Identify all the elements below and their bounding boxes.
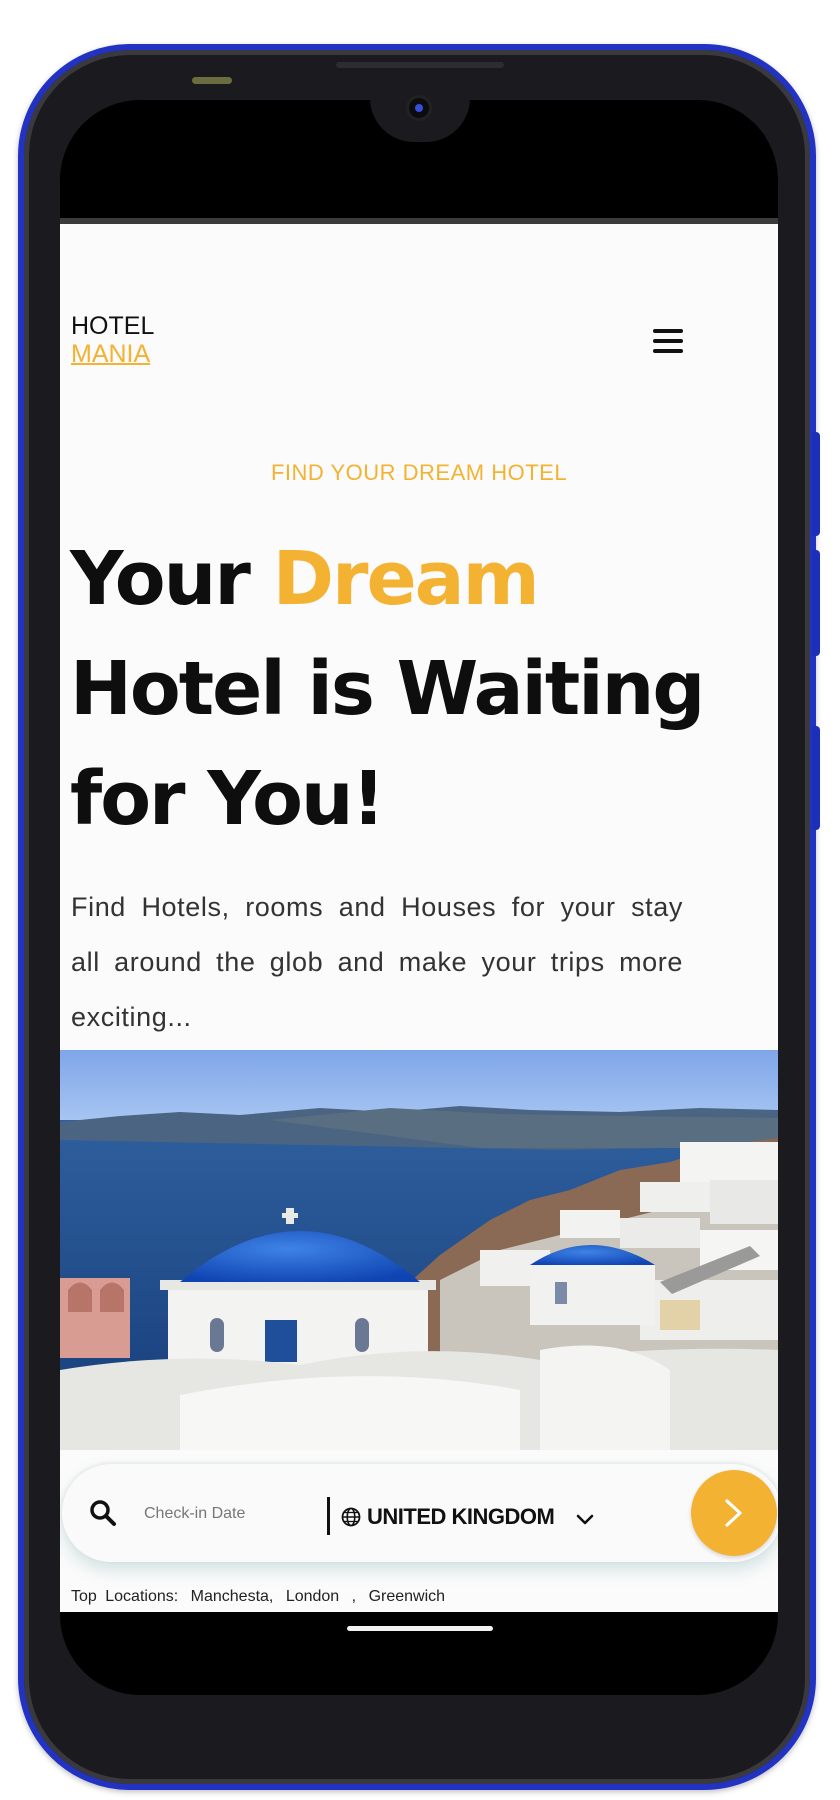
brand-line-2: MANIA <box>71 340 151 368</box>
country-label: UNITED KINGDOM <box>367 1504 555 1529</box>
globe-icon <box>341 1507 361 1527</box>
top-locations: Top Locations: Manchesta, London , Green… <box>71 1588 449 1606</box>
hero-description: Find Hotels, rooms and Houses for your s… <box>71 892 683 1032</box>
hero-image <box>60 1050 778 1450</box>
location-separator: , <box>351 1588 357 1605</box>
chevron-right-icon <box>725 1499 742 1527</box>
headline-part-1: Your <box>70 536 273 622</box>
location-link-greenwich[interactable]: Greenwich <box>369 1588 445 1605</box>
power-button <box>812 432 820 536</box>
proximity-sensor <box>192 77 232 84</box>
brand-line-1: HOTEL <box>71 312 155 340</box>
top-locations-label: Top Locations: <box>71 1588 179 1605</box>
earpiece-speaker <box>336 62 504 68</box>
front-camera-icon <box>406 95 432 121</box>
location-link-london[interactable]: London <box>286 1588 339 1605</box>
santorini-scene <box>60 1050 778 1450</box>
hero-headline: Your Dream Hotel is Waiting for You! <box>70 524 710 854</box>
location-link-manchesta[interactable]: Manchesta, <box>191 1588 274 1605</box>
volume-up-button <box>812 550 820 656</box>
hamburger-menu-icon[interactable] <box>653 329 683 353</box>
checkin-date-input[interactable] <box>142 1499 296 1529</box>
brand-logo[interactable]: HOTEL MANIA <box>71 312 154 368</box>
search-bar: UNITED KINGDOM <box>62 1464 778 1562</box>
hero-eyebrow: FIND YOUR DREAM HOTEL <box>270 460 568 485</box>
headline-accent: Dream <box>272 536 540 622</box>
headline-part-2: Hotel is Waiting for You! <box>70 646 705 842</box>
home-indicator[interactable] <box>347 1626 493 1631</box>
search-divider <box>327 1497 330 1535</box>
app-screen: HOTEL MANIA FIND YOUR DREAM HOTEL Your D… <box>60 224 778 1612</box>
volume-down-button <box>812 726 820 830</box>
search-icon[interactable] <box>89 1499 117 1527</box>
search-submit-button[interactable] <box>691 1470 777 1556</box>
chevron-down-icon <box>577 1514 594 1525</box>
country-select[interactable]: UNITED KINGDOM <box>341 1497 594 1537</box>
